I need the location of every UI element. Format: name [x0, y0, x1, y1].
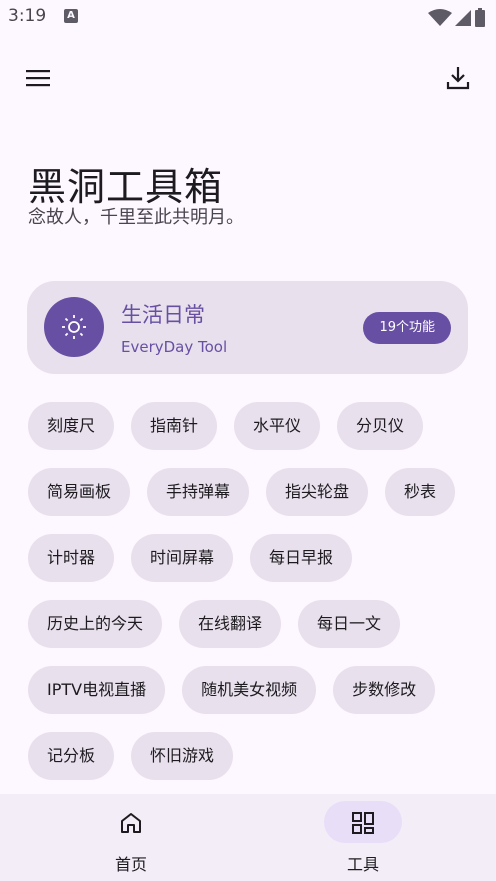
tool-chip-scoreboard[interactable]: 记分板 [28, 732, 115, 780]
category-icon-container [44, 297, 104, 357]
app-notification-icon: A [64, 9, 78, 23]
menu-icon [26, 70, 50, 87]
chip-row: 简易画板 手持弹幕 指尖轮盘 秒表 [28, 468, 468, 516]
status-time: 3:19 [8, 6, 47, 26]
bottom-navigation: 首页 工具 [0, 794, 496, 881]
tool-chip-iptv[interactable]: IPTV电视直播 [28, 666, 166, 714]
page-subtitle: 念故人，千里至此共明月。 [28, 207, 244, 228]
tool-chip-daily-news[interactable]: 每日早报 [250, 534, 353, 582]
chip-row: IPTV电视直播 随机美女视频 步数修改 [28, 666, 468, 714]
tool-chip-retro-games[interactable]: 怀旧游戏 [131, 732, 234, 780]
tool-chip-compass[interactable]: 指南针 [131, 402, 218, 450]
tool-chip-daily-article[interactable]: 每日一文 [298, 600, 401, 648]
tool-chip-handheld-marquee[interactable]: 手持弹幕 [147, 468, 250, 516]
category-card-everyday[interactable]: 生活日常 EveryDay Tool 19个功能 [27, 281, 468, 374]
tool-chip-decibel-meter[interactable]: 分贝仪 [337, 402, 424, 450]
tool-chip-today-in-history[interactable]: 历史上的今天 [28, 600, 163, 648]
wifi-icon [428, 9, 452, 26]
tool-chip-stopwatch[interactable]: 秒表 [385, 468, 456, 516]
category-title: 生活日常 [121, 303, 205, 327]
nav-label-home: 首页 [114, 855, 147, 874]
download-icon [446, 67, 470, 90]
grid-icon [352, 812, 374, 834]
status-bar: 3:19 A [0, 0, 496, 34]
tool-chip-ruler[interactable]: 刻度尺 [28, 402, 115, 450]
chip-row: 记分板 怀旧游戏 [28, 732, 468, 780]
tool-chip-random-video[interactable]: 随机美女视频 [182, 666, 317, 714]
feature-count-badge: 19个功能 [363, 312, 451, 344]
chip-row: 历史上的今天 在线翻译 每日一文 [28, 600, 468, 648]
tool-chip-timer[interactable]: 计时器 [28, 534, 115, 582]
download-button[interactable] [442, 62, 474, 94]
battery-icon [475, 8, 485, 27]
chip-row: 计时器 时间屏幕 每日早报 [28, 534, 468, 582]
tool-chip-list: 刻度尺 指南针 水平仪 分贝仪 简易画板 手持弹幕 指尖轮盘 秒表 计时器 时间… [28, 402, 468, 798]
signal-icon [455, 10, 471, 26]
chip-row: 刻度尺 指南针 水平仪 分贝仪 [28, 402, 468, 450]
tool-chip-level[interactable]: 水平仪 [234, 402, 321, 450]
nav-item-tools[interactable]: 工具 [284, 794, 444, 881]
top-app-bar [0, 54, 496, 102]
tool-chip-fingertip-wheel[interactable]: 指尖轮盘 [266, 468, 369, 516]
nav-label-tools: 工具 [346, 855, 379, 874]
nav-item-home[interactable]: 首页 [52, 794, 212, 881]
tool-chip-step-modifier[interactable]: 步数修改 [333, 666, 436, 714]
tool-chip-drawing-board[interactable]: 简易画板 [28, 468, 131, 516]
category-subtitle: EveryDay Tool [121, 338, 228, 356]
tool-chip-online-translate[interactable]: 在线翻译 [179, 600, 282, 648]
sun-icon [62, 315, 86, 339]
status-icons [428, 8, 486, 28]
home-icon [121, 813, 141, 833]
tool-chip-time-screen[interactable]: 时间屏幕 [131, 534, 234, 582]
menu-button[interactable] [22, 62, 54, 94]
